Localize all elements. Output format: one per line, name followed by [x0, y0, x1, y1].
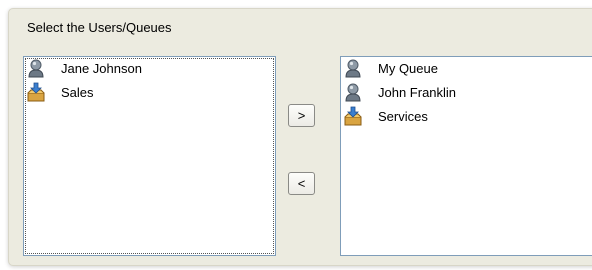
list-item-label: Jane Johnson	[61, 60, 142, 76]
selected-list[interactable]: My Queue John Franklin Services	[340, 56, 592, 256]
list-item-label: Sales	[61, 84, 94, 100]
group-title: Select the Users/Queues	[27, 20, 172, 35]
list-item[interactable]: Jane Johnson	[24, 56, 142, 80]
user-icon	[25, 57, 47, 79]
list-item[interactable]: Sales	[24, 80, 94, 104]
user-icon	[342, 57, 364, 79]
list-item[interactable]: My Queue	[341, 56, 438, 80]
list-item-label: Services	[378, 108, 428, 124]
available-list[interactable]: Jane Johnson Sales	[23, 56, 276, 256]
add-button[interactable]: >	[288, 104, 315, 127]
user-icon	[342, 81, 364, 103]
list-item[interactable]: John Franklin	[341, 80, 456, 104]
list-item-label: John Franklin	[378, 84, 457, 100]
remove-button[interactable]: <	[288, 172, 315, 195]
queue-inbox-icon	[342, 105, 364, 127]
list-item[interactable]: Services	[341, 104, 428, 128]
queue-inbox-icon	[25, 81, 47, 103]
list-item-label: My Queue	[378, 60, 438, 76]
